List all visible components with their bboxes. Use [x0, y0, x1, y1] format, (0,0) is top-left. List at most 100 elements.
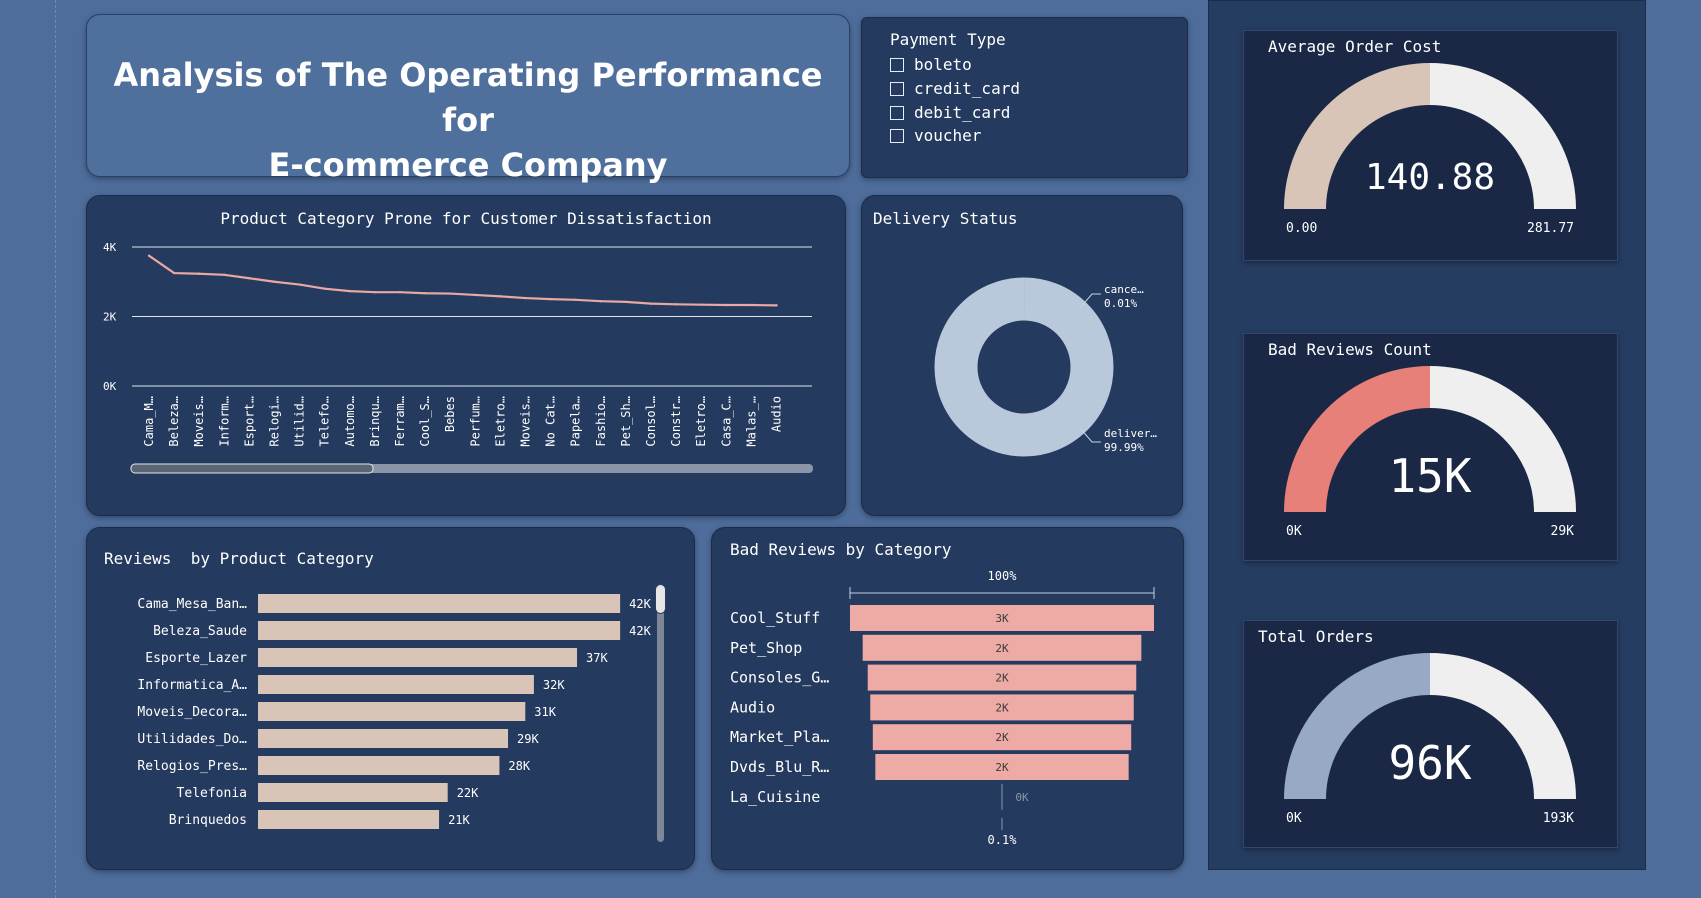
- x-tick-label: Telefo…: [318, 396, 332, 447]
- slicer-option-boleto[interactable]: boleto: [890, 55, 972, 74]
- category-label: Esporte_Lazer: [145, 651, 247, 666]
- category-label: Brinquedos: [169, 813, 247, 828]
- average-order-cost-gauge: 140.88 0.00 281.77: [1284, 63, 1576, 236]
- checkbox-icon[interactable]: [890, 58, 904, 72]
- bar-value-label: 2K: [995, 672, 1009, 685]
- data-point: [725, 303, 728, 307]
- chart-scrollbar-thumb: [130, 463, 374, 474]
- funnel-top-label: 100%: [988, 569, 1018, 583]
- data-point: [323, 287, 326, 290]
- x-tick-label: Fashio…: [594, 396, 608, 447]
- bar: [258, 810, 440, 829]
- x-tick-label: Ferram…: [393, 396, 407, 447]
- slice-label: cance…: [1104, 283, 1144, 296]
- y-tick-label: 0K: [103, 380, 117, 393]
- bad-reviews-count-card: Bad Reviews Count 15K 0K 29K: [1243, 333, 1618, 561]
- category-label: La_Cuisine: [730, 788, 820, 806]
- bar: [258, 648, 578, 667]
- category-label: Cama_Mesa_Ban…: [137, 597, 247, 612]
- reviews-scrollbar-thumb[interactable]: [655, 584, 666, 614]
- data-point: [273, 280, 276, 283]
- slicer-option-label: boleto: [914, 55, 972, 74]
- category-label: Beleza_Saude: [153, 624, 247, 639]
- x-tick-label: Malas_…: [744, 396, 758, 447]
- checkbox-icon[interactable]: [890, 106, 904, 120]
- bar-value-label: 21K: [448, 813, 470, 827]
- page-title: Analysis of The Operating Performance fo…: [113, 56, 823, 184]
- x-tick-label: Automo…: [343, 396, 357, 447]
- reviews-by-category-card: Reviews by Product Category Cama_Mesa_Ba…: [86, 527, 695, 870]
- reviews-scrollbar[interactable]: [657, 584, 664, 842]
- bar: [258, 621, 621, 640]
- page-guide-line: [55, 0, 56, 898]
- bar-value-label: 2K: [995, 701, 1009, 714]
- bar-value-label: 31K: [534, 705, 556, 719]
- data-point: [549, 297, 552, 301]
- funnel-bottom-label: 0.1%: [988, 833, 1018, 847]
- x-tick-label: Utilid…: [293, 396, 307, 447]
- slicer-option-debit-card[interactable]: debit_card: [890, 103, 1010, 122]
- total-orders-card: Total Orders 96K 0K 193K: [1243, 620, 1618, 848]
- x-tick-label: Relogi…: [268, 396, 282, 447]
- bar-value-label: 42K: [629, 597, 651, 611]
- slice-value-label: 0.01%: [1104, 297, 1137, 310]
- category-label: Consoles_G…: [730, 669, 829, 687]
- bar-value-label: 22K: [457, 786, 479, 800]
- x-tick-label: Eletro…: [493, 396, 507, 447]
- checkbox-icon[interactable]: [890, 82, 904, 96]
- gauge-min-label: 0K: [1286, 524, 1302, 539]
- data-point: [599, 300, 602, 303]
- x-tick-label: Consol…: [644, 396, 658, 447]
- kpi-panel: Average Order Cost 140.88 0.00 281.77 Bad …: [1208, 0, 1646, 870]
- bad-reviews-by-category-card: Bad Reviews by Category 100% Cool_Stuff 3K…: [711, 527, 1184, 870]
- average-order-cost-card: Average Order Cost 140.88 0.00 281.77: [1243, 30, 1618, 261]
- x-tick-label: Cama_M…: [142, 396, 156, 447]
- x-tick-label: Audio: [770, 396, 784, 432]
- bar-value-label: 29K: [517, 732, 539, 746]
- x-tick-label: Cool_S…: [418, 396, 432, 447]
- bar-value-label: 28K: [508, 759, 530, 773]
- data-point: [499, 295, 502, 298]
- checkbox-icon[interactable]: [890, 129, 904, 143]
- bar-value-label: 2K: [995, 731, 1009, 744]
- x-tick-label: Pet_Sh…: [619, 396, 633, 447]
- bad-reviews-funnel-chart: 100% Cool_Stuff 3K Pet_Shop 2K Consoles_G… 2K A…: [730, 569, 1155, 847]
- data-point: [298, 283, 301, 286]
- bar-value-label: 3K: [995, 612, 1009, 625]
- data-point: [248, 277, 251, 280]
- y-tick-label: 2K: [103, 311, 117, 324]
- x-tick-label: Perfum…: [468, 396, 482, 447]
- slicer-option-voucher[interactable]: voucher: [890, 126, 981, 145]
- data-point: [574, 298, 577, 302]
- slicer-option-credit-card[interactable]: credit_card: [890, 79, 1020, 98]
- slice-label: deliver…: [1104, 427, 1157, 440]
- x-tick-label: Beleza…: [167, 396, 181, 447]
- data-point: [198, 272, 201, 275]
- data-point: [348, 289, 351, 293]
- bar-value-label: 0K: [1015, 791, 1029, 804]
- bar: [258, 729, 509, 748]
- y-tick-label: 4K: [103, 241, 117, 254]
- category-label: Informatica_A…: [137, 678, 247, 693]
- delivery-status-card: Delivery Status cance… 0.01% deliver… 99.99…: [861, 195, 1183, 516]
- gauge-value-label: 96K: [1388, 736, 1471, 790]
- x-tick-label: Brinqu…: [368, 396, 382, 447]
- category-label: Cool_Stuff: [730, 609, 820, 627]
- category-label: Utilidades_Do…: [137, 732, 247, 747]
- data-point: [423, 292, 427, 295]
- donut-slice: [934, 277, 1114, 457]
- series-line: [148, 254, 777, 307]
- category-label: Moveis_Decora…: [137, 705, 247, 720]
- gauge-min-label: 0.00: [1286, 221, 1317, 236]
- x-tick-label: Moveis…: [192, 396, 206, 447]
- data-point: [398, 290, 402, 294]
- bar: [258, 756, 500, 775]
- data-point: [223, 273, 226, 276]
- slicer-option-label: credit_card: [914, 79, 1020, 98]
- x-tick-label: Moveis…: [519, 396, 533, 447]
- data-point: [172, 271, 176, 275]
- x-tick-label: No Cat…: [544, 396, 558, 447]
- x-tick-label: Papela…: [569, 396, 583, 447]
- bar-value-label: 32K: [543, 678, 565, 692]
- category-label: Relogios_Pres…: [137, 759, 247, 774]
